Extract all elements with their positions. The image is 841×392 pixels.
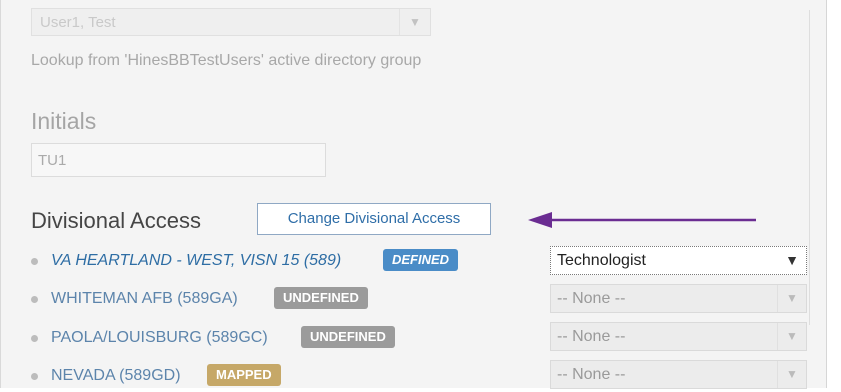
initials-field[interactable]: TU1 <box>31 143 326 177</box>
user-select-value: User1, Test <box>40 14 116 31</box>
chevron-down-icon[interactable]: ▼ <box>777 323 806 350</box>
division-name[interactable]: VA HEARTLAND - WEST, VISN 15 (589) <box>51 252 341 270</box>
division-name[interactable]: PAOLA/LOUISBURG (589GC) <box>51 329 268 347</box>
division-name[interactable]: WHITEMAN AFB (589GA) <box>51 290 238 308</box>
role-select-value: Technologist <box>557 252 646 269</box>
status-badge: UNDEFINED <box>301 326 395 348</box>
divisional-access-title: Divisional Access <box>31 208 201 233</box>
chevron-down-icon[interactable]: ▼ <box>778 247 806 274</box>
user-edit-panel: User1, Test ▼ Lookup from 'HinesBBTestUs… <box>0 0 827 389</box>
status-badge: UNDEFINED <box>274 287 368 309</box>
role-select-value: -- None -- <box>557 290 626 307</box>
arrow-left-icon <box>528 212 756 228</box>
right-border <box>826 0 841 388</box>
chevron-down-icon[interactable]: ▼ <box>777 285 806 312</box>
chevron-down-icon[interactable]: ▼ <box>399 9 430 35</box>
user-select[interactable]: User1, Test ▼ <box>31 8 431 36</box>
role-select-value: -- None -- <box>557 328 626 345</box>
status-badge: DEFINED <box>383 249 459 271</box>
initials-value: TU1 <box>38 152 67 169</box>
bullet-icon <box>31 335 38 342</box>
status-badge: MAPPED <box>207 364 281 386</box>
division-name[interactable]: NEVADA (589GD) <box>51 367 181 385</box>
role-select-value: -- None -- <box>557 366 626 383</box>
role-select[interactable]: -- None -- ▼ <box>550 360 807 389</box>
role-select[interactable]: -- None -- ▼ <box>550 322 807 351</box>
initials-label: Initials <box>31 108 97 134</box>
user-lookup-hint: Lookup from 'HinesBBTestUsers' active di… <box>31 52 422 69</box>
panel-divider <box>809 10 810 325</box>
bullet-icon <box>31 296 38 303</box>
role-select[interactable]: -- None -- ▼ <box>550 284 807 313</box>
bullet-icon <box>31 373 38 380</box>
change-divisional-access-button[interactable]: Change Divisional Access <box>257 203 491 235</box>
bullet-icon <box>31 258 38 265</box>
role-select[interactable]: Technologist ▼ <box>550 246 807 275</box>
chevron-down-icon[interactable]: ▼ <box>777 361 806 388</box>
